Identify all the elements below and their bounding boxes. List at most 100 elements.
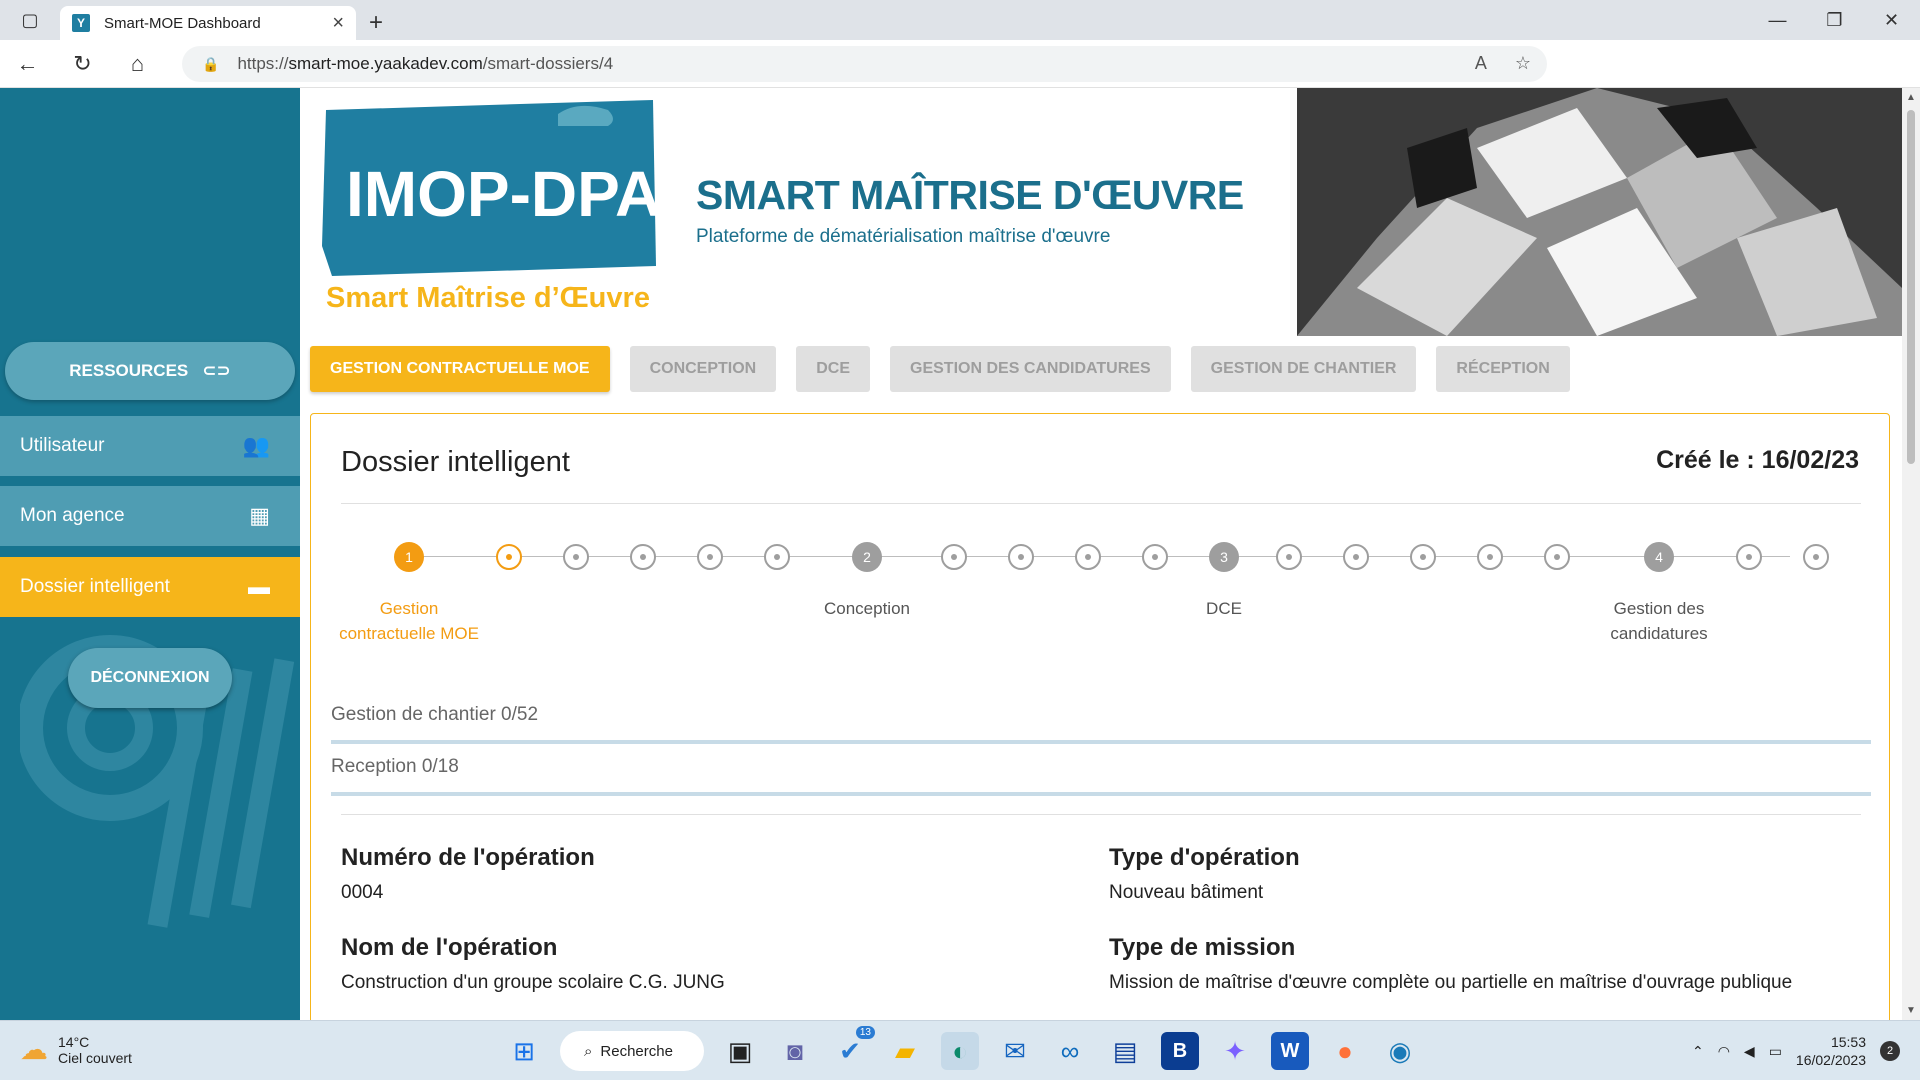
volume-icon[interactable]: ◀ [1744, 1043, 1755, 1060]
tab-conception[interactable]: CONCEPTION [629, 346, 777, 392]
notification-badge[interactable]: 2 [1880, 1041, 1900, 1061]
start-icon[interactable]: ⊞ [505, 1032, 543, 1070]
step-dot[interactable] [764, 544, 790, 570]
word-icon[interactable]: W [1271, 1032, 1309, 1070]
sidebar-item-label: Dossier intelligent [20, 576, 170, 597]
tab-dce[interactable]: DCE [796, 346, 871, 392]
sidebar-item-label: Mon agence [20, 505, 125, 526]
step-dot[interactable] [941, 544, 967, 570]
field-type-operation: Type d'opération Nouveau bâtiment [1109, 844, 1300, 904]
tab-gestion-candidatures[interactable]: GESTION DES CANDIDATURES [890, 346, 1171, 392]
browser-tab[interactable]: Y Smart-MOE Dashboard × [60, 6, 356, 40]
stepper: 1 2 3 4 [311, 542, 1891, 572]
read-aloud-icon[interactable]: A [1475, 53, 1487, 74]
step-dot[interactable] [1410, 544, 1436, 570]
field-label: Nom de l'opération [341, 934, 558, 961]
edge-icon[interactable]: ◐ [941, 1032, 979, 1070]
step-label-3: DCE [1206, 599, 1242, 618]
tab-gestion-chantier[interactable]: GESTION DE CHANTIER [1190, 346, 1417, 392]
chevron-up-icon[interactable]: ⌃ [1692, 1043, 1704, 1060]
users-icon: 👥 [242, 433, 270, 458]
address-toolbar: ← ↻ ⌂ 🔒 https://smart-moe.yaakadev.com/s… [0, 40, 1920, 118]
folder-icon: ▬ [248, 574, 270, 599]
step-dot[interactable] [1477, 544, 1503, 570]
scroll-thumb[interactable] [1907, 110, 1915, 464]
progress-chantier[interactable]: Gestion de chantier 0/52 [331, 704, 1871, 744]
logo-text: IMOP-DPA [346, 158, 661, 230]
resources-button[interactable]: RESSOURCES ⊂⊃ [5, 342, 295, 400]
favicon: Y [72, 14, 90, 32]
battery-icon[interactable]: ▭ [1769, 1043, 1782, 1060]
tab-actions-icon[interactable]: ▢ [0, 0, 60, 40]
step-dot[interactable] [697, 544, 723, 570]
infinity-app-icon[interactable]: ∞ [1051, 1032, 1089, 1070]
field-label: Numéro de l'opération [341, 844, 595, 871]
url-field[interactable]: 🔒 https://smart-moe.yaakadev.com/smart-d… [182, 46, 1547, 82]
clock[interactable]: 15:53 16/02/2023 [1796, 1033, 1866, 1069]
step-number-2[interactable]: 2 [852, 542, 882, 572]
field-type-mission: Type de mission Mission de maîtrise d'œu… [1109, 934, 1792, 994]
taskbar: ☁ 14°C Ciel couvert ⊞ ⌕ Recherche ▣ ◙ ✔ 1… [0, 1020, 1920, 1080]
progress-reception[interactable]: Reception 0/18 [331, 756, 1871, 796]
home-icon[interactable]: ⌂ [110, 40, 165, 88]
sidebar: RESSOURCES ⊂⊃ Utilisateur 👥 Mon agence ▦… [0, 88, 300, 1020]
logout-button[interactable]: DÉCONNEXION [68, 648, 232, 708]
file-explorer-icon[interactable]: ▰ [886, 1032, 924, 1070]
tab-reception[interactable]: RÉCEPTION [1436, 346, 1570, 392]
favorite-add-icon[interactable]: ☆ [1515, 53, 1531, 74]
phase-tabs: GESTION CONTRACTUELLE MOE CONCEPTION DCE… [310, 346, 1570, 392]
wifi-icon[interactable]: ◠ [1718, 1043, 1730, 1060]
minimize-icon[interactable]: — [1749, 0, 1806, 40]
step-dot[interactable] [496, 544, 522, 570]
lock-icon[interactable]: 🔒 [202, 56, 219, 73]
new-tab-icon[interactable]: + [356, 6, 396, 40]
taskbar-search[interactable]: ⌕ Recherche [560, 1031, 704, 1071]
tab-gestion-contractuelle[interactable]: GESTION CONTRACTUELLE MOE [310, 346, 610, 392]
sidebar-item-utilisateur[interactable]: Utilisateur 👥 [0, 416, 300, 476]
field-value: 0004 [341, 882, 384, 903]
store-icon[interactable]: ▤ [1106, 1032, 1144, 1070]
scroll-up-icon[interactable]: ▲ [1906, 92, 1916, 103]
step-number-4[interactable]: 4 [1644, 542, 1674, 572]
field-value: Construction d'un groupe scolaire C.G. J… [341, 972, 725, 993]
step-number-1[interactable]: 1 [394, 542, 424, 572]
scroll-down-icon[interactable]: ▼ [1906, 1005, 1916, 1016]
task-view-icon[interactable]: ▣ [721, 1032, 759, 1070]
step-dot[interactable] [1276, 544, 1302, 570]
cloud-icon: ☁ [20, 1034, 48, 1065]
field-value: Nouveau bâtiment [1109, 882, 1264, 903]
close-tab-icon[interactable]: × [332, 12, 344, 35]
step-label-4: Gestion des candidatures [1610, 599, 1708, 643]
step-dot[interactable] [563, 544, 589, 570]
app-icon[interactable]: ◉ [1381, 1032, 1419, 1070]
step-dot[interactable] [1008, 544, 1034, 570]
teams-icon[interactable]: ◙ [776, 1032, 814, 1070]
refresh-icon[interactable]: ↻ [55, 40, 110, 88]
step-dot[interactable] [1343, 544, 1369, 570]
firefox-icon[interactable]: ● [1326, 1032, 1364, 1070]
step-dot[interactable] [1544, 544, 1570, 570]
step-dot[interactable] [1075, 544, 1101, 570]
imop-dpa-logo[interactable]: IMOP-DPA Smart Maîtrise d’Œuvre [318, 96, 663, 316]
todo-icon[interactable]: ✔ 13 [831, 1026, 875, 1070]
field-label: Type d'opération [1109, 844, 1300, 871]
sidebar-item-dossier-intelligent[interactable]: Dossier intelligent ▬ [0, 557, 300, 617]
restore-icon[interactable]: ❐ [1806, 0, 1863, 40]
copilot-icon[interactable]: ✦ [1216, 1032, 1254, 1070]
weather-widget[interactable]: ☁ 14°C Ciel couvert [20, 1033, 132, 1066]
step-dot[interactable] [1736, 544, 1762, 570]
field-label: Type de mission [1109, 934, 1296, 961]
step-number-3[interactable]: 3 [1209, 542, 1239, 572]
close-window-icon[interactable]: ✕ [1863, 0, 1920, 40]
back-icon[interactable]: ← [0, 40, 55, 88]
todo-badge: 13 [855, 1026, 875, 1039]
step-dot[interactable] [630, 544, 656, 570]
scrollbar[interactable]: ▲ ▼ [1902, 88, 1920, 1020]
brand-title: SMART MAÎTRISE D'ŒUVRE [696, 172, 1244, 218]
step-dot[interactable] [1142, 544, 1168, 570]
field-nom-operation: Nom de l'opération Construction d'un gro… [341, 934, 725, 994]
step-dot[interactable] [1803, 544, 1829, 570]
b-app-icon[interactable]: B [1161, 1032, 1199, 1070]
sidebar-item-mon-agence[interactable]: Mon agence ▦ [0, 486, 300, 546]
mail-icon[interactable]: ✉ [996, 1032, 1034, 1070]
